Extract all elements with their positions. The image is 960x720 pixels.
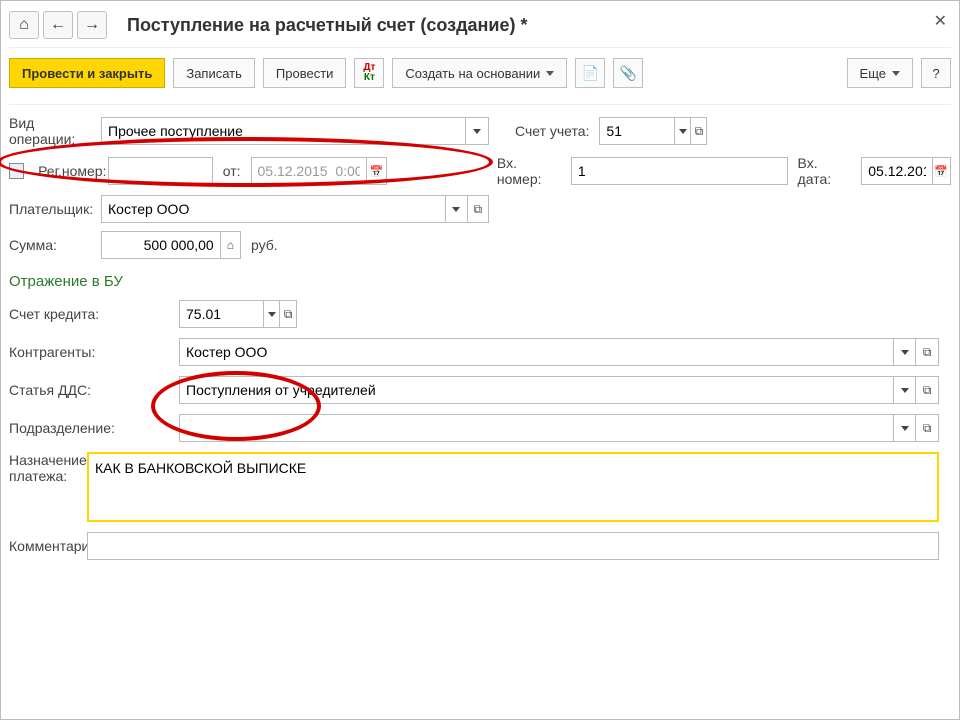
division-dropdown[interactable]: [893, 415, 916, 441]
amount-input[interactable]: [102, 232, 220, 258]
help-button[interactable]: ?: [921, 58, 951, 88]
payer-label: Плательщик:: [9, 201, 91, 217]
more-button[interactable]: Еще: [847, 58, 913, 88]
dds-input[interactable]: [180, 377, 893, 403]
close-button[interactable]: ✕: [934, 11, 947, 31]
credit-account-open-icon[interactable]: [279, 301, 296, 327]
section-bu-title: Отражение в БУ: [9, 273, 951, 290]
operation-type-dropdown[interactable]: [465, 118, 488, 144]
write-button[interactable]: Записать: [173, 58, 255, 88]
in-date-input[interactable]: [862, 158, 931, 184]
in-num-input[interactable]: [572, 158, 787, 184]
comment-input[interactable]: [87, 532, 939, 560]
currency-label: руб.: [251, 237, 278, 253]
counterparty-input[interactable]: [180, 339, 893, 365]
from-date-calendar-icon[interactable]: [366, 158, 386, 184]
dtkt-icon: ДтКт: [363, 63, 375, 83]
counterparty-dropdown[interactable]: [893, 339, 916, 365]
reg-num-input[interactable]: [109, 158, 212, 184]
account-open-icon[interactable]: [690, 118, 706, 144]
in-date-calendar-icon[interactable]: [932, 158, 950, 184]
purpose-textarea[interactable]: [87, 452, 939, 522]
reg-icon: [9, 163, 24, 179]
credit-account-input[interactable]: [180, 301, 263, 327]
purpose-label: Назначение платежа:: [9, 452, 87, 484]
page-title: Поступление на расчетный счет (создание)…: [127, 15, 527, 36]
division-input[interactable]: [180, 415, 893, 441]
reg-num-label: Рег.номер:: [38, 163, 98, 179]
from-date-input[interactable]: [252, 158, 366, 184]
operation-type-input[interactable]: [102, 118, 465, 144]
division-open-icon[interactable]: [915, 415, 938, 441]
forward-button[interactable]: →: [77, 11, 107, 39]
account-dropdown[interactable]: [674, 118, 690, 144]
credit-account-dropdown[interactable]: [263, 301, 280, 327]
payer-open-icon[interactable]: [467, 196, 488, 222]
from-label: от:: [223, 163, 241, 179]
dtkt-button[interactable]: ДтКт: [354, 58, 384, 88]
attach-icon-button[interactable]: [613, 58, 643, 88]
credit-account-label: Счет кредита:: [9, 306, 179, 322]
back-button[interactable]: ←: [43, 11, 73, 39]
post-and-close-button[interactable]: Провести и закрыть: [9, 58, 165, 88]
counterparty-label: Контрагенты:: [9, 344, 179, 360]
in-num-label: Вх. номер:: [497, 155, 561, 187]
operation-type-label: Вид операции:: [9, 115, 91, 147]
in-date-label: Вх. дата:: [798, 155, 852, 187]
dds-open-icon[interactable]: [915, 377, 938, 403]
home-button[interactable]: ⌂: [9, 11, 39, 39]
division-label: Подразделение:: [9, 420, 179, 436]
account-input[interactable]: [600, 118, 674, 144]
payer-input[interactable]: [102, 196, 445, 222]
dds-dropdown[interactable]: [893, 377, 916, 403]
post-button[interactable]: Провести: [263, 58, 347, 88]
dds-label: Статья ДДС:: [9, 382, 179, 398]
amount-calc-icon[interactable]: [220, 232, 240, 258]
payer-dropdown[interactable]: [445, 196, 466, 222]
create-based-on-button[interactable]: Создать на основании: [392, 58, 567, 88]
comment-label: Комментарий:: [9, 538, 87, 554]
amount-label: Сумма:: [9, 237, 91, 253]
doc-icon-button[interactable]: [575, 58, 605, 88]
account-label: Счет учета:: [515, 123, 589, 139]
counterparty-open-icon[interactable]: [915, 339, 938, 365]
